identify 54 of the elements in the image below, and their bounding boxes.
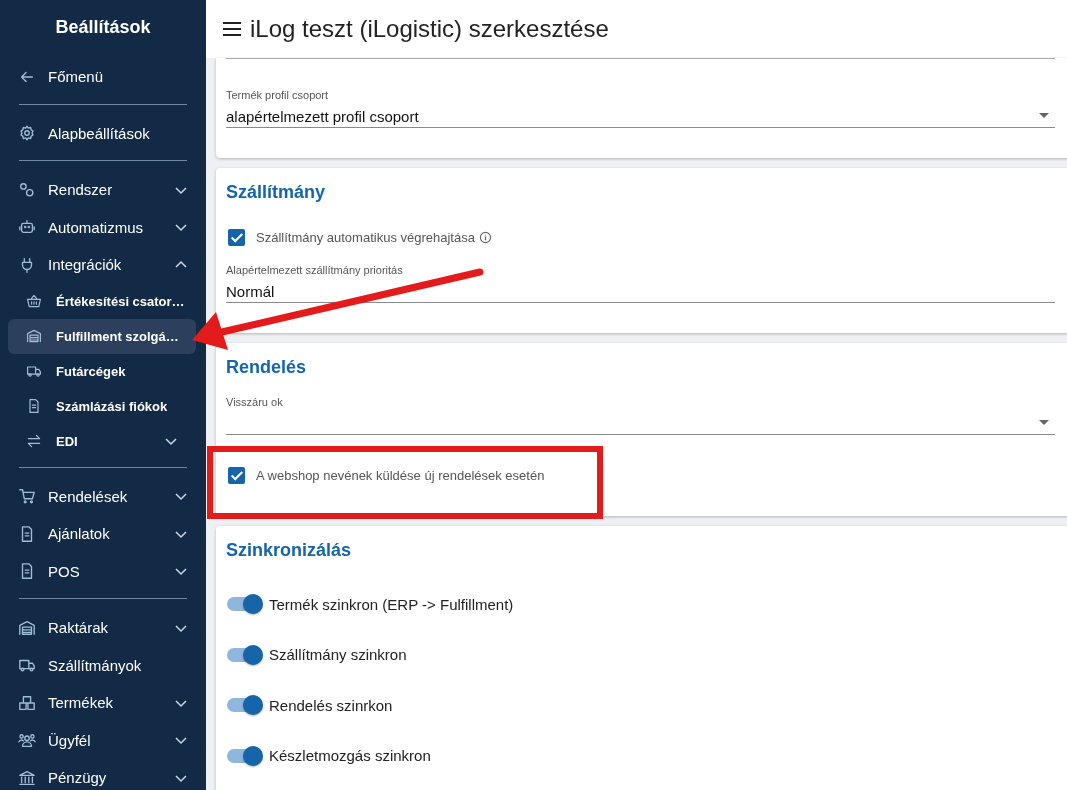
toggle-label: Rendelés szinrkon — [269, 696, 393, 714]
section-title: Rendelés — [226, 356, 308, 379]
nav-item[interactable]: Ügyfél — [8, 721, 206, 759]
nav-item[interactable]: Főmenü — [8, 58, 206, 96]
doc-icon — [26, 398, 42, 414]
toggle-switch[interactable] — [227, 695, 263, 716]
toggle-switch[interactable] — [227, 594, 263, 615]
input-field[interactable]: Alapértelmezett szállítmány prioritás Normál — [226, 264, 1055, 303]
cart-icon — [18, 487, 36, 506]
info-icon[interactable] — [478, 231, 492, 244]
toggle-label: Termék szinkron (ERP -> Fulfillment) — [269, 595, 514, 613]
menu-icon[interactable] — [222, 21, 242, 37]
nav-item[interactable]: Ajánlatok — [8, 515, 206, 553]
checkbox-label: Szállítmány automatikus végrehajtása — [256, 230, 475, 245]
boxes-icon — [18, 693, 36, 712]
toggle-label: Készletmozgás szinkron — [269, 747, 431, 765]
people-icon — [18, 731, 36, 750]
select-field[interactable]: Visszáru ok — [226, 396, 1055, 435]
section-title: Szállítmány — [226, 181, 327, 204]
swap-icon — [26, 433, 42, 449]
toggle-switch[interactable] — [227, 745, 263, 766]
nav-item[interactable]: POS — [8, 552, 206, 590]
nav-item[interactable]: Rendszer — [8, 171, 206, 209]
nav-item[interactable]: Termékek — [8, 684, 206, 722]
nav-item[interactable]: Raktárak — [8, 609, 206, 647]
nav-item[interactable]: Automatizmus — [8, 208, 206, 246]
nav-item[interactable]: Rendelések — [8, 477, 206, 515]
checkbox[interactable] — [228, 229, 245, 246]
gears-icon — [18, 180, 36, 199]
nav-item[interactable]: Alapbeállítások — [8, 114, 206, 152]
bank-icon — [18, 768, 36, 787]
basket-icon — [26, 293, 42, 309]
caret-icon — [1039, 113, 1049, 119]
gear-icon — [18, 124, 36, 143]
warehouse-icon — [26, 328, 42, 344]
page-title: iLog teszt (iLogistic) szerkesztése — [250, 15, 609, 43]
select-field[interactable]: Termék profil csoport alapértelmezett profil csoport — [226, 89, 1055, 128]
nav-subitem[interactable]: Számlázási fiókok — [8, 388, 196, 424]
nav-subitem[interactable]: Értékesítési csator… — [8, 283, 196, 319]
nav-item[interactable]: Szállítmányok — [8, 646, 206, 684]
sidebar-title: Beállítások — [54, 16, 152, 39]
caret-icon — [1039, 420, 1049, 426]
nav-subitem[interactable]: EDI — [8, 423, 196, 459]
nav-item[interactable]: Integrációk — [8, 246, 206, 284]
warehouse-icon — [18, 618, 36, 637]
nav-subitem[interactable]: Futárcégek — [8, 353, 196, 389]
nav-item[interactable]: Pénzügy — [8, 759, 206, 790]
truck-icon — [26, 363, 42, 379]
checkbox-label: A webshop nevének küldése új rendelések esetén — [256, 468, 545, 483]
toggle-label: Szállítmány szinkron — [269, 646, 407, 664]
toggle-switch[interactable] — [227, 644, 263, 665]
section-title: Szinkronizálás — [226, 539, 353, 562]
checkbox[interactable] — [228, 467, 245, 484]
nav-subitem[interactable]: Fulfillment szolgá… — [8, 318, 196, 354]
